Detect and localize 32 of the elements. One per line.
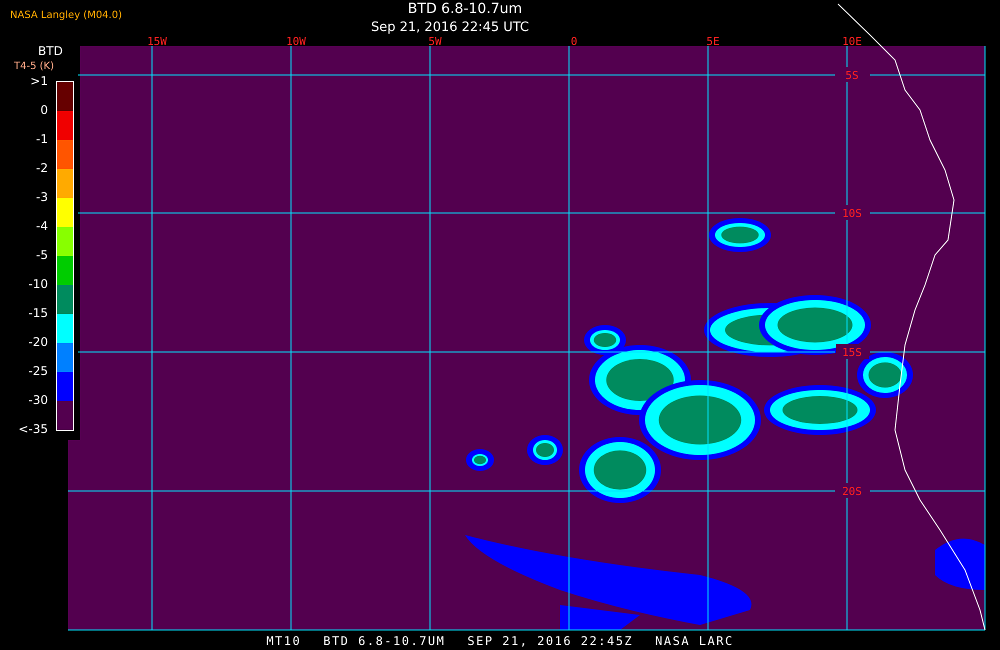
product-title: BTD 6.8-10.7um: [406, 1, 524, 17]
longitude-label: 10W: [286, 35, 306, 48]
scale-label: <-35: [18, 422, 48, 436]
scale-label: -1: [36, 132, 48, 146]
longitude-label: 10E: [842, 35, 862, 48]
scale-label: >1: [30, 74, 48, 88]
latitude-label: 20S: [842, 485, 862, 498]
source-label: NASA Langley (M04.0): [10, 10, 122, 21]
caption-text: SEP 21, 2016 22:45Z: [467, 633, 634, 650]
scale-label: -20: [28, 335, 48, 349]
legend-title: BTD: [38, 44, 63, 58]
scale-label: -4: [36, 219, 48, 233]
latitude-label: 10S: [842, 207, 862, 220]
timestamp: Sep 21, 2016 22:45 UTC: [370, 20, 530, 35]
latitude-label: 5S: [845, 69, 859, 82]
caption-text: MT10: [266, 633, 302, 650]
legend-unit: T4-5 (K): [14, 61, 54, 72]
latitude-label: 15S: [842, 346, 862, 359]
longitude-label: 0: [570, 35, 578, 48]
longitude-label: 5W: [428, 35, 442, 48]
scale-label: -10: [28, 277, 48, 291]
caption-text: NASA LARC: [655, 633, 734, 650]
caption-text: BTD 6.8-10.7UM: [323, 633, 446, 650]
scale-label: -2: [36, 161, 48, 175]
scale-label: -5: [36, 248, 48, 262]
scale-label: 0: [40, 103, 48, 117]
longitude-label: 15W: [147, 35, 167, 48]
scale-label: -15: [28, 306, 48, 320]
scale-label: -25: [28, 364, 48, 378]
longitude-label: 5E: [706, 35, 720, 48]
scale-label: -3: [36, 190, 48, 204]
scale-label: -30: [28, 393, 48, 407]
